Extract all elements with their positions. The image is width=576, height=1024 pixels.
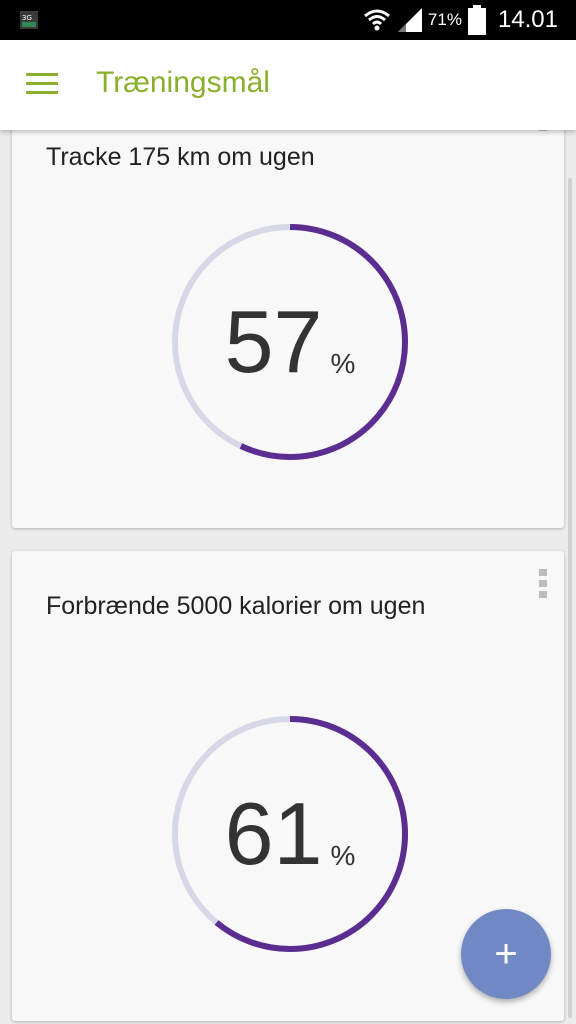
goal-title: Tracke 175 km om ugen (46, 143, 315, 171)
percent-sign: % (330, 840, 356, 871)
network-3g-icon: 3G (20, 11, 38, 29)
progress-ring: 61 % (170, 714, 410, 954)
page-title: Træningsmål (96, 66, 270, 99)
percent-sign: % (330, 348, 356, 379)
status-bar: 3G 71% 14.01 (0, 0, 576, 40)
progress-ring: 57 % (170, 222, 410, 462)
progress-value: 57 (224, 292, 323, 391)
goals-list[interactable]: Tracke 175 km om ugen 57 % Forbrænde 500… (0, 130, 576, 1024)
scrollbar[interactable] (568, 178, 572, 1018)
wifi-icon (363, 9, 390, 31)
hamburger-menu-icon[interactable] (26, 70, 62, 100)
goal-title: Forbrænde 5000 kalorier om ugen (46, 592, 426, 620)
app-bar: Træningsmål (0, 40, 576, 130)
signal-icon (397, 8, 422, 32)
progress-value: 61 (224, 784, 323, 883)
svg-text:3G: 3G (22, 14, 32, 22)
clock: 14.01 (497, 6, 558, 33)
goal-card[interactable]: Tracke 175 km om ugen 57 % (12, 130, 564, 528)
battery-icon (467, 5, 486, 35)
overflow-menu-icon[interactable] (538, 569, 548, 605)
add-goal-button[interactable]: + (461, 909, 551, 999)
overflow-menu-icon[interactable] (538, 130, 548, 138)
battery-percent: 71% (427, 10, 462, 29)
